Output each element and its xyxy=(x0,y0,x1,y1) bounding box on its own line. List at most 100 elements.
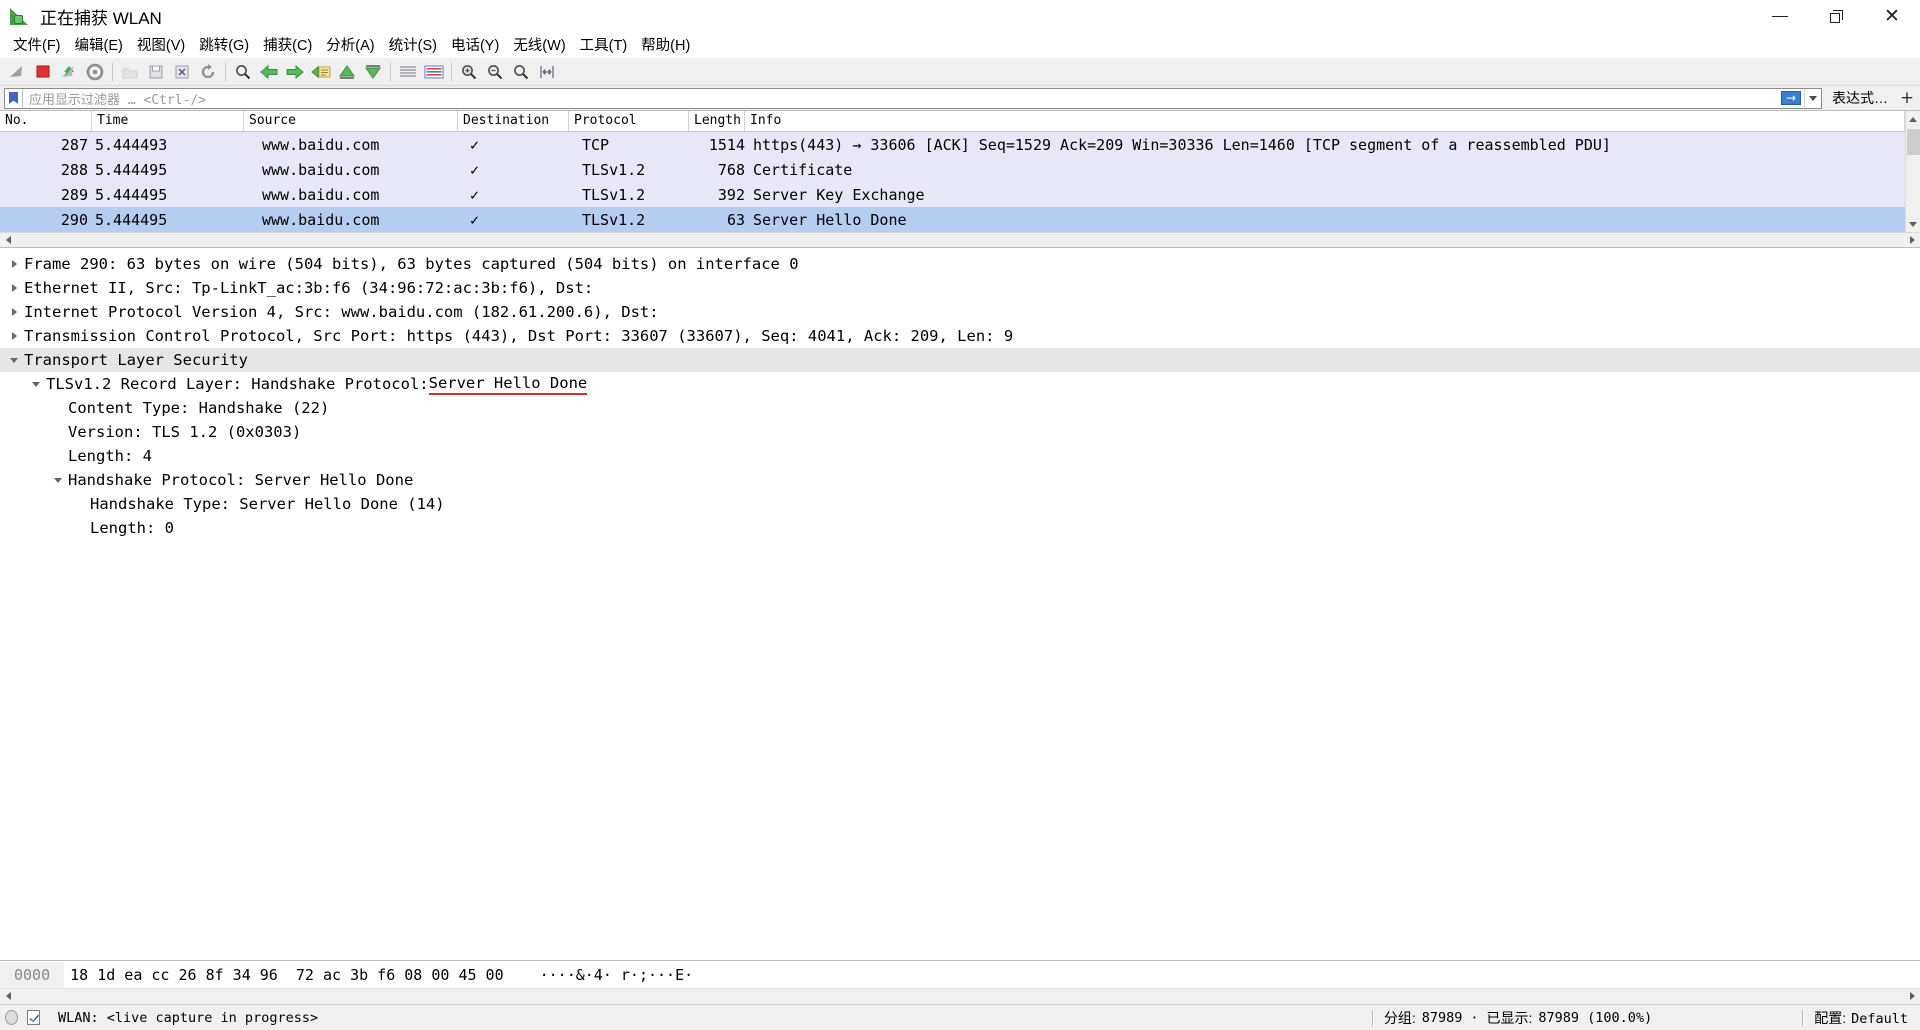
packet-details-pane[interactable]: Frame 290: 63 bytes on wire (504 bits), … xyxy=(0,247,1920,960)
capture-status-icon[interactable] xyxy=(0,1010,22,1025)
tree-node-label: Version: TLS 1.2 (0x0303) xyxy=(68,423,302,441)
scroll-up-icon[interactable] xyxy=(1905,111,1920,127)
chevron-right-icon[interactable] xyxy=(6,260,22,268)
scroll-left-icon[interactable] xyxy=(0,233,16,248)
menu-help[interactable]: 帮助(H) xyxy=(634,35,697,57)
add-filter-button[interactable]: + xyxy=(1896,88,1918,108)
tls-node[interactable]: Transport Layer Security xyxy=(0,348,1920,372)
scroll-right-icon[interactable] xyxy=(1904,989,1920,1004)
ipv4-node[interactable]: Internet Protocol Version 4, Src: www.ba… xyxy=(0,300,1920,324)
tree-node-label: Length: 4 xyxy=(68,447,152,465)
chevron-down-icon[interactable] xyxy=(6,357,22,363)
wireshark-shark-fin-icon xyxy=(10,6,32,28)
menu-capture[interactable]: 捕获(C) xyxy=(256,35,319,57)
save-file-icon[interactable] xyxy=(143,60,169,84)
go-forward-icon[interactable] xyxy=(282,60,308,84)
menu-go[interactable]: 跳转(G) xyxy=(192,35,256,57)
tcp-node[interactable]: Transmission Control Protocol, Src Port:… xyxy=(0,324,1920,348)
hex-dump-row-container[interactable]: 0000 18 1d ea cc 26 8f 34 96 72 ac 3b f6… xyxy=(0,960,1920,988)
chevron-right-icon[interactable] xyxy=(6,308,22,316)
close-file-icon[interactable] xyxy=(169,60,195,84)
menu-analyze[interactable]: 分析(A) xyxy=(319,35,381,57)
go-back-icon[interactable] xyxy=(256,60,282,84)
handshake-length-node[interactable]: Length: 0 xyxy=(0,516,1920,540)
column-protocol[interactable]: Protocol xyxy=(569,111,689,131)
close-button[interactable]: ✕ xyxy=(1864,0,1920,34)
start-capture-icon[interactable] xyxy=(4,60,30,84)
scroll-down-icon[interactable] xyxy=(1905,216,1920,232)
column-source[interactable]: Source xyxy=(244,111,458,131)
expert-info-icon[interactable] xyxy=(22,1010,44,1025)
capture-options-icon[interactable] xyxy=(82,60,108,84)
chevron-right-icon[interactable] xyxy=(6,284,22,292)
scroll-right-icon[interactable] xyxy=(1904,233,1920,248)
status-divider xyxy=(1371,1009,1374,1026)
find-packet-icon[interactable] xyxy=(230,60,256,84)
hex-pane-hscrollbar[interactable] xyxy=(0,988,1920,1003)
column-info[interactable]: Info xyxy=(745,111,1905,131)
column-destination[interactable]: Destination xyxy=(458,111,569,131)
column-no[interactable]: No. xyxy=(0,111,92,131)
tree-node-label: Length: 0 xyxy=(90,519,174,537)
colorize-icon[interactable] xyxy=(421,60,447,84)
filter-bookmark-icon[interactable] xyxy=(5,88,23,108)
table-row[interactable]: 288 5.444495 www.baidu.com ✓ TLSv1.2 768 Certi… xyxy=(0,157,1905,182)
menu-telephony[interactable]: 电话(Y) xyxy=(444,35,506,57)
filter-expression-button[interactable]: 表达式… xyxy=(1824,88,1896,108)
tls-record-layer-node[interactable]: TLSv1.2 Record Layer: Handshake Protocol… xyxy=(0,372,1920,396)
table-row[interactable]: 290 5.444495 www.baidu.com ✓ TLSv1.2 63 Server… xyxy=(0,207,1905,232)
menu-tools[interactable]: 工具(T) xyxy=(573,35,635,57)
record-length-node[interactable]: Length: 4 xyxy=(0,444,1920,468)
display-filter-input-wrap[interactable]: 应用显示过滤器 … <Ctrl-/> xyxy=(4,87,1822,109)
vscroll-track[interactable] xyxy=(1905,127,1920,216)
menu-wireless[interactable]: 无线(W) xyxy=(506,35,572,57)
packet-list-hscrollbar[interactable] xyxy=(0,232,1920,247)
zoom-reset-icon[interactable] xyxy=(508,60,534,84)
packet-list-vscrollbar[interactable] xyxy=(1905,111,1920,232)
column-time[interactable]: Time xyxy=(92,111,244,131)
cell-source: www.baidu.com xyxy=(262,185,380,204)
hscroll-track[interactable] xyxy=(16,233,1904,248)
content-type-node[interactable]: Content Type: Handshake (22) xyxy=(0,396,1920,420)
hscroll-track[interactable] xyxy=(16,989,1904,1004)
search-input[interactable]: 应用显示过滤器 … <Ctrl-/> xyxy=(23,89,1778,108)
chevron-down-icon[interactable] xyxy=(28,381,44,387)
stop-capture-icon[interactable] xyxy=(30,60,56,84)
window-controls: ✕ xyxy=(1752,0,1920,34)
menu-statistics[interactable]: 统计(S) xyxy=(382,35,444,57)
frame-node[interactable]: Frame 290: 63 bytes on wire (504 bits), … xyxy=(0,252,1920,276)
open-file-icon[interactable] xyxy=(117,60,143,84)
minimize-button[interactable] xyxy=(1752,0,1808,34)
profile-status[interactable]: 配置: Default xyxy=(1814,1008,1920,1028)
chevron-down-icon[interactable] xyxy=(1804,88,1821,108)
column-length[interactable]: Length xyxy=(689,111,745,131)
menu-file[interactable]: 文件(F) xyxy=(6,35,68,57)
zoom-in-icon[interactable] xyxy=(456,60,482,84)
apply-filter-arrow-icon[interactable] xyxy=(1778,89,1804,108)
ethernet-node[interactable]: Ethernet II, Src: Tp-LinkT_ac:3b:f6 (34:… xyxy=(0,276,1920,300)
go-to-last-icon[interactable] xyxy=(360,60,386,84)
chevron-right-icon[interactable] xyxy=(6,332,22,340)
table-row[interactable]: 289 5.444495 www.baidu.com ✓ TLSv1.2 392 Serve… xyxy=(0,182,1905,207)
table-row[interactable]: 287 5.444493 www.baidu.com ✓ TCP 1514 https(44… xyxy=(0,132,1905,157)
vscroll-thumb[interactable] xyxy=(1906,129,1920,155)
hex-bytes[interactable]: 18 1d ea cc 26 8f 34 96 72 ac 3b f6 08 0… xyxy=(64,966,503,984)
auto-scroll-icon[interactable] xyxy=(395,60,421,84)
menu-edit[interactable]: 编辑(E) xyxy=(68,35,130,57)
reload-file-icon[interactable] xyxy=(195,60,221,84)
cell-source: www.baidu.com xyxy=(262,135,380,154)
menu-view[interactable]: 视图(V) xyxy=(130,35,192,57)
maximize-button[interactable] xyxy=(1808,0,1864,34)
handshake-protocol-node[interactable]: Handshake Protocol: Server Hello Done xyxy=(0,468,1920,492)
zoom-out-icon[interactable] xyxy=(482,60,508,84)
hex-ascii[interactable]: ····&·4· r·;···E· xyxy=(504,966,694,984)
packet-list-rows: 287 5.444493 www.baidu.com ✓ TCP 1514 https(44… xyxy=(0,132,1905,232)
resize-columns-icon[interactable] xyxy=(534,60,560,84)
restart-capture-icon[interactable] xyxy=(56,60,82,84)
go-to-first-icon[interactable] xyxy=(334,60,360,84)
scroll-left-icon[interactable] xyxy=(0,989,16,1004)
version-node[interactable]: Version: TLS 1.2 (0x0303) xyxy=(0,420,1920,444)
chevron-down-icon[interactable] xyxy=(50,477,66,483)
go-to-packet-icon[interactable] xyxy=(308,60,334,84)
handshake-type-node[interactable]: Handshake Type: Server Hello Done (14) xyxy=(0,492,1920,516)
